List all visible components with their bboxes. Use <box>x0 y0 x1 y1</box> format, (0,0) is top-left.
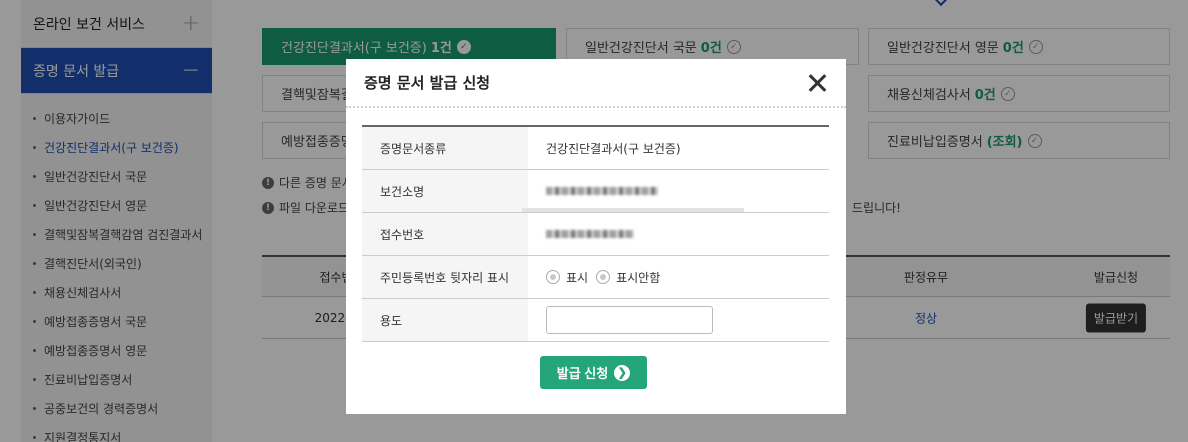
doc-type-value: 건강진단결과서(구 보건증) <box>546 141 681 156</box>
form-row-receipt: 접수번호 <box>362 213 829 256</box>
form-row-purpose: 용도 <box>362 299 829 342</box>
close-icon[interactable] <box>808 74 826 92</box>
issue-request-modal: 증명 문서 발급 신청 증명문서종류 건강진단결과서(구 보건증) 보건소명 접… <box>346 59 846 414</box>
rrn-options: 표시 표시안함 <box>528 256 829 298</box>
form-row-doc-type: 증명문서종류 건강진단결과서(구 보건증) <box>362 127 829 170</box>
redacted-text <box>546 187 658 195</box>
field-label: 주민등록번호 뒷자리 표시 <box>362 256 528 298</box>
redaction-mark <box>522 208 744 212</box>
form-row-clinic: 보건소명 <box>362 170 829 213</box>
field-label: 접수번호 <box>362 213 528 255</box>
rrn-show-radio[interactable]: 표시 <box>546 269 588 286</box>
form-row-rrn: 주민등록번호 뒷자리 표시 표시 표시안함 <box>362 256 829 299</box>
radio-icon <box>596 270 611 284</box>
redacted-text <box>546 230 634 238</box>
modal-header: 증명 문서 발급 신청 <box>346 59 846 108</box>
rrn-hide-radio[interactable]: 표시안함 <box>596 269 660 286</box>
receipt-value <box>528 213 829 255</box>
issue-form: 증명문서종류 건강진단결과서(구 보건증) 보건소명 접수번호 주민등록번호 뒷… <box>362 125 829 342</box>
modal-title: 증명 문서 발급 신청 <box>364 74 491 92</box>
submit-issue-button[interactable]: 발급 신청 ❯ <box>540 356 647 389</box>
chevron-right-icon: ❯ <box>614 364 631 381</box>
field-label: 용도 <box>362 299 528 341</box>
radio-icon <box>546 270 560 284</box>
clinic-value <box>522 170 829 212</box>
field-label: 보건소명 <box>362 170 528 212</box>
field-label: 증명문서종류 <box>362 127 528 169</box>
purpose-input[interactable] <box>546 306 713 334</box>
purpose-cell <box>528 299 829 341</box>
